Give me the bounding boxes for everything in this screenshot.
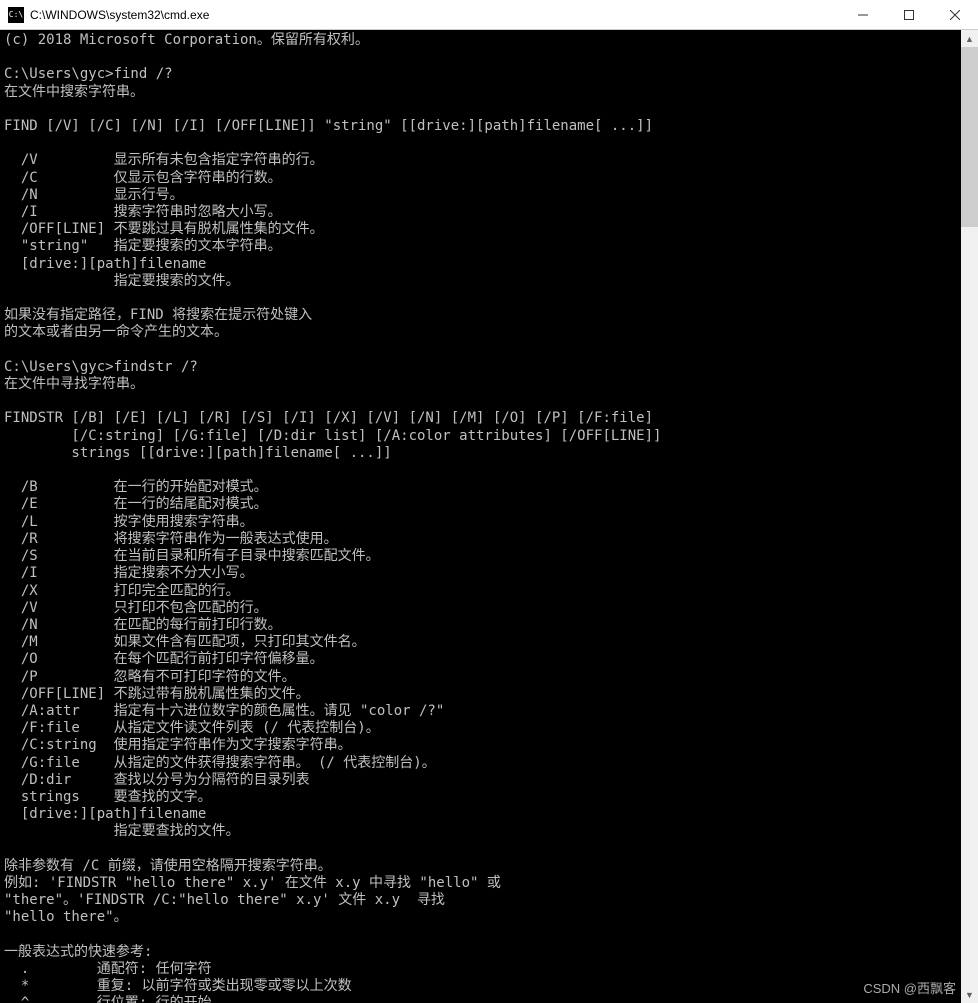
scroll-up-button[interactable]: ▲ — [961, 30, 978, 47]
output-line: /I 指定搜索不分大小写。 — [4, 565, 254, 581]
output-line: * 重复: 以前字符或类出现零或零以上次数 — [4, 978, 352, 994]
output-line: /N 显示行号。 — [4, 187, 184, 203]
output-line: C:\Users\gyc>findstr /? — [4, 359, 198, 375]
output-line: /S 在当前目录和所有子目录中搜索匹配文件。 — [4, 548, 380, 564]
output-line: /G:file 从指定的文件获得搜索字符串。 (/ 代表控制台)。 — [4, 755, 436, 771]
output-line: /P 忽略有不可打印字符的文件。 — [4, 669, 296, 685]
output-line: /V 显示所有未包含指定字符串的行。 — [4, 152, 324, 168]
output-line: 在文件中寻找字符串。 — [4, 376, 144, 392]
output-line: FIND [/V] [/C] [/N] [/I] [/OFF[LINE]] "s… — [4, 118, 653, 134]
output-line: 在文件中搜索字符串。 — [4, 84, 144, 100]
output-line: /M 如果文件含有匹配项，只打印其文件名。 — [4, 634, 366, 650]
output-line: /V 只打印不包含匹配的行。 — [4, 600, 268, 616]
output-line: [drive:][path]filename — [4, 256, 206, 272]
output-line: /X 打印完全匹配的行。 — [4, 583, 240, 599]
output-line: strings 要查找的文字。 — [4, 789, 212, 805]
output-line: (c) 2018 Microsoft Corporation。保留所有权利。 — [4, 32, 369, 48]
output-line: 除非参数有 /C 前缀，请使用空格隔开搜索字符串。 — [4, 858, 332, 874]
output-line: 指定要搜索的文件。 — [4, 273, 240, 289]
output-line: "string" 指定要搜索的文本字符串。 — [4, 238, 282, 254]
scroll-thumb[interactable] — [961, 47, 978, 227]
scroll-down-button[interactable]: ▼ — [961, 986, 978, 1003]
output-line: /R 将搜索字符串作为一般表达式使用。 — [4, 531, 338, 547]
output-line: FINDSTR [/B] [/E] [/L] [/R] [/S] [/I] [/… — [4, 410, 653, 426]
scroll-track[interactable] — [961, 47, 978, 986]
output-line: 一般表达式的快速参考: — [4, 944, 152, 960]
output-line: [drive:][path]filename — [4, 806, 206, 822]
terminal-output[interactable]: (c) 2018 Microsoft Corporation。保留所有权利。 C… — [0, 30, 978, 1003]
window-title: C:\WINDOWS\system32\cmd.exe — [30, 8, 840, 22]
output-line: /I 搜索字符串时忽略大小写。 — [4, 204, 282, 220]
window-titlebar: C:\ C:\WINDOWS\system32\cmd.exe — [0, 0, 978, 30]
watermark-text: CSDN @西飘客 — [863, 978, 956, 997]
output-line: . 通配符: 任何字符 — [4, 961, 212, 977]
vertical-scrollbar[interactable]: ▲ ▼ — [961, 30, 978, 1003]
output-line: 指定要查找的文件。 — [4, 823, 240, 839]
output-line: "there"。'FINDSTR /C:"hello there" x.y' 文… — [4, 892, 445, 908]
output-line: C:\Users\gyc>find /? — [4, 66, 173, 82]
output-line: /O 在每个匹配行前打印字符偏移量。 — [4, 651, 324, 667]
output-line: /C:string 使用指定字符串作为文字搜索字符串。 — [4, 737, 352, 753]
output-line: [/C:string] [/G:file] [/D:dir list] [/A:… — [4, 428, 661, 444]
close-button[interactable] — [932, 0, 978, 29]
output-line: /OFF[LINE] 不要跳过具有脱机属性集的文件。 — [4, 221, 324, 237]
output-line: ^ 行位置: 行的开始 — [4, 995, 212, 1003]
output-line: /OFF[LINE] 不跳过带有脱机属性集的文件。 — [4, 686, 310, 702]
cmd-icon: C:\ — [8, 7, 24, 23]
minimize-button[interactable] — [840, 0, 886, 29]
output-line: 的文本或者由另一命令产生的文本。 — [4, 324, 228, 340]
output-line: strings [[drive:][path]filename[ ...]] — [4, 445, 392, 461]
output-line: /N 在匹配的每行前打印行数。 — [4, 617, 282, 633]
output-line: "hello there"。 — [4, 909, 128, 925]
output-line: /E 在一行的结尾配对模式。 — [4, 496, 268, 512]
output-line: /B 在一行的开始配对模式。 — [4, 479, 268, 495]
output-line: /C 仅显示包含字符串的行数。 — [4, 170, 282, 186]
output-line: /D:dir 查找以分号为分隔符的目录列表 — [4, 772, 310, 788]
maximize-button[interactable] — [886, 0, 932, 29]
output-line: 如果没有指定路径，FIND 将搜索在提示符处键入 — [4, 307, 312, 323]
output-line: /L 按字使用搜索字符串。 — [4, 514, 254, 530]
output-line: 例如: 'FINDSTR "hello there" x.y' 在文件 x.y … — [4, 875, 501, 891]
window-controls — [840, 0, 978, 29]
output-line: /A:attr 指定有十六进位数字的颜色属性。请见 "color /?" — [4, 703, 444, 719]
output-line: /F:file 从指定文件读文件列表 (/ 代表控制台)。 — [4, 720, 380, 736]
